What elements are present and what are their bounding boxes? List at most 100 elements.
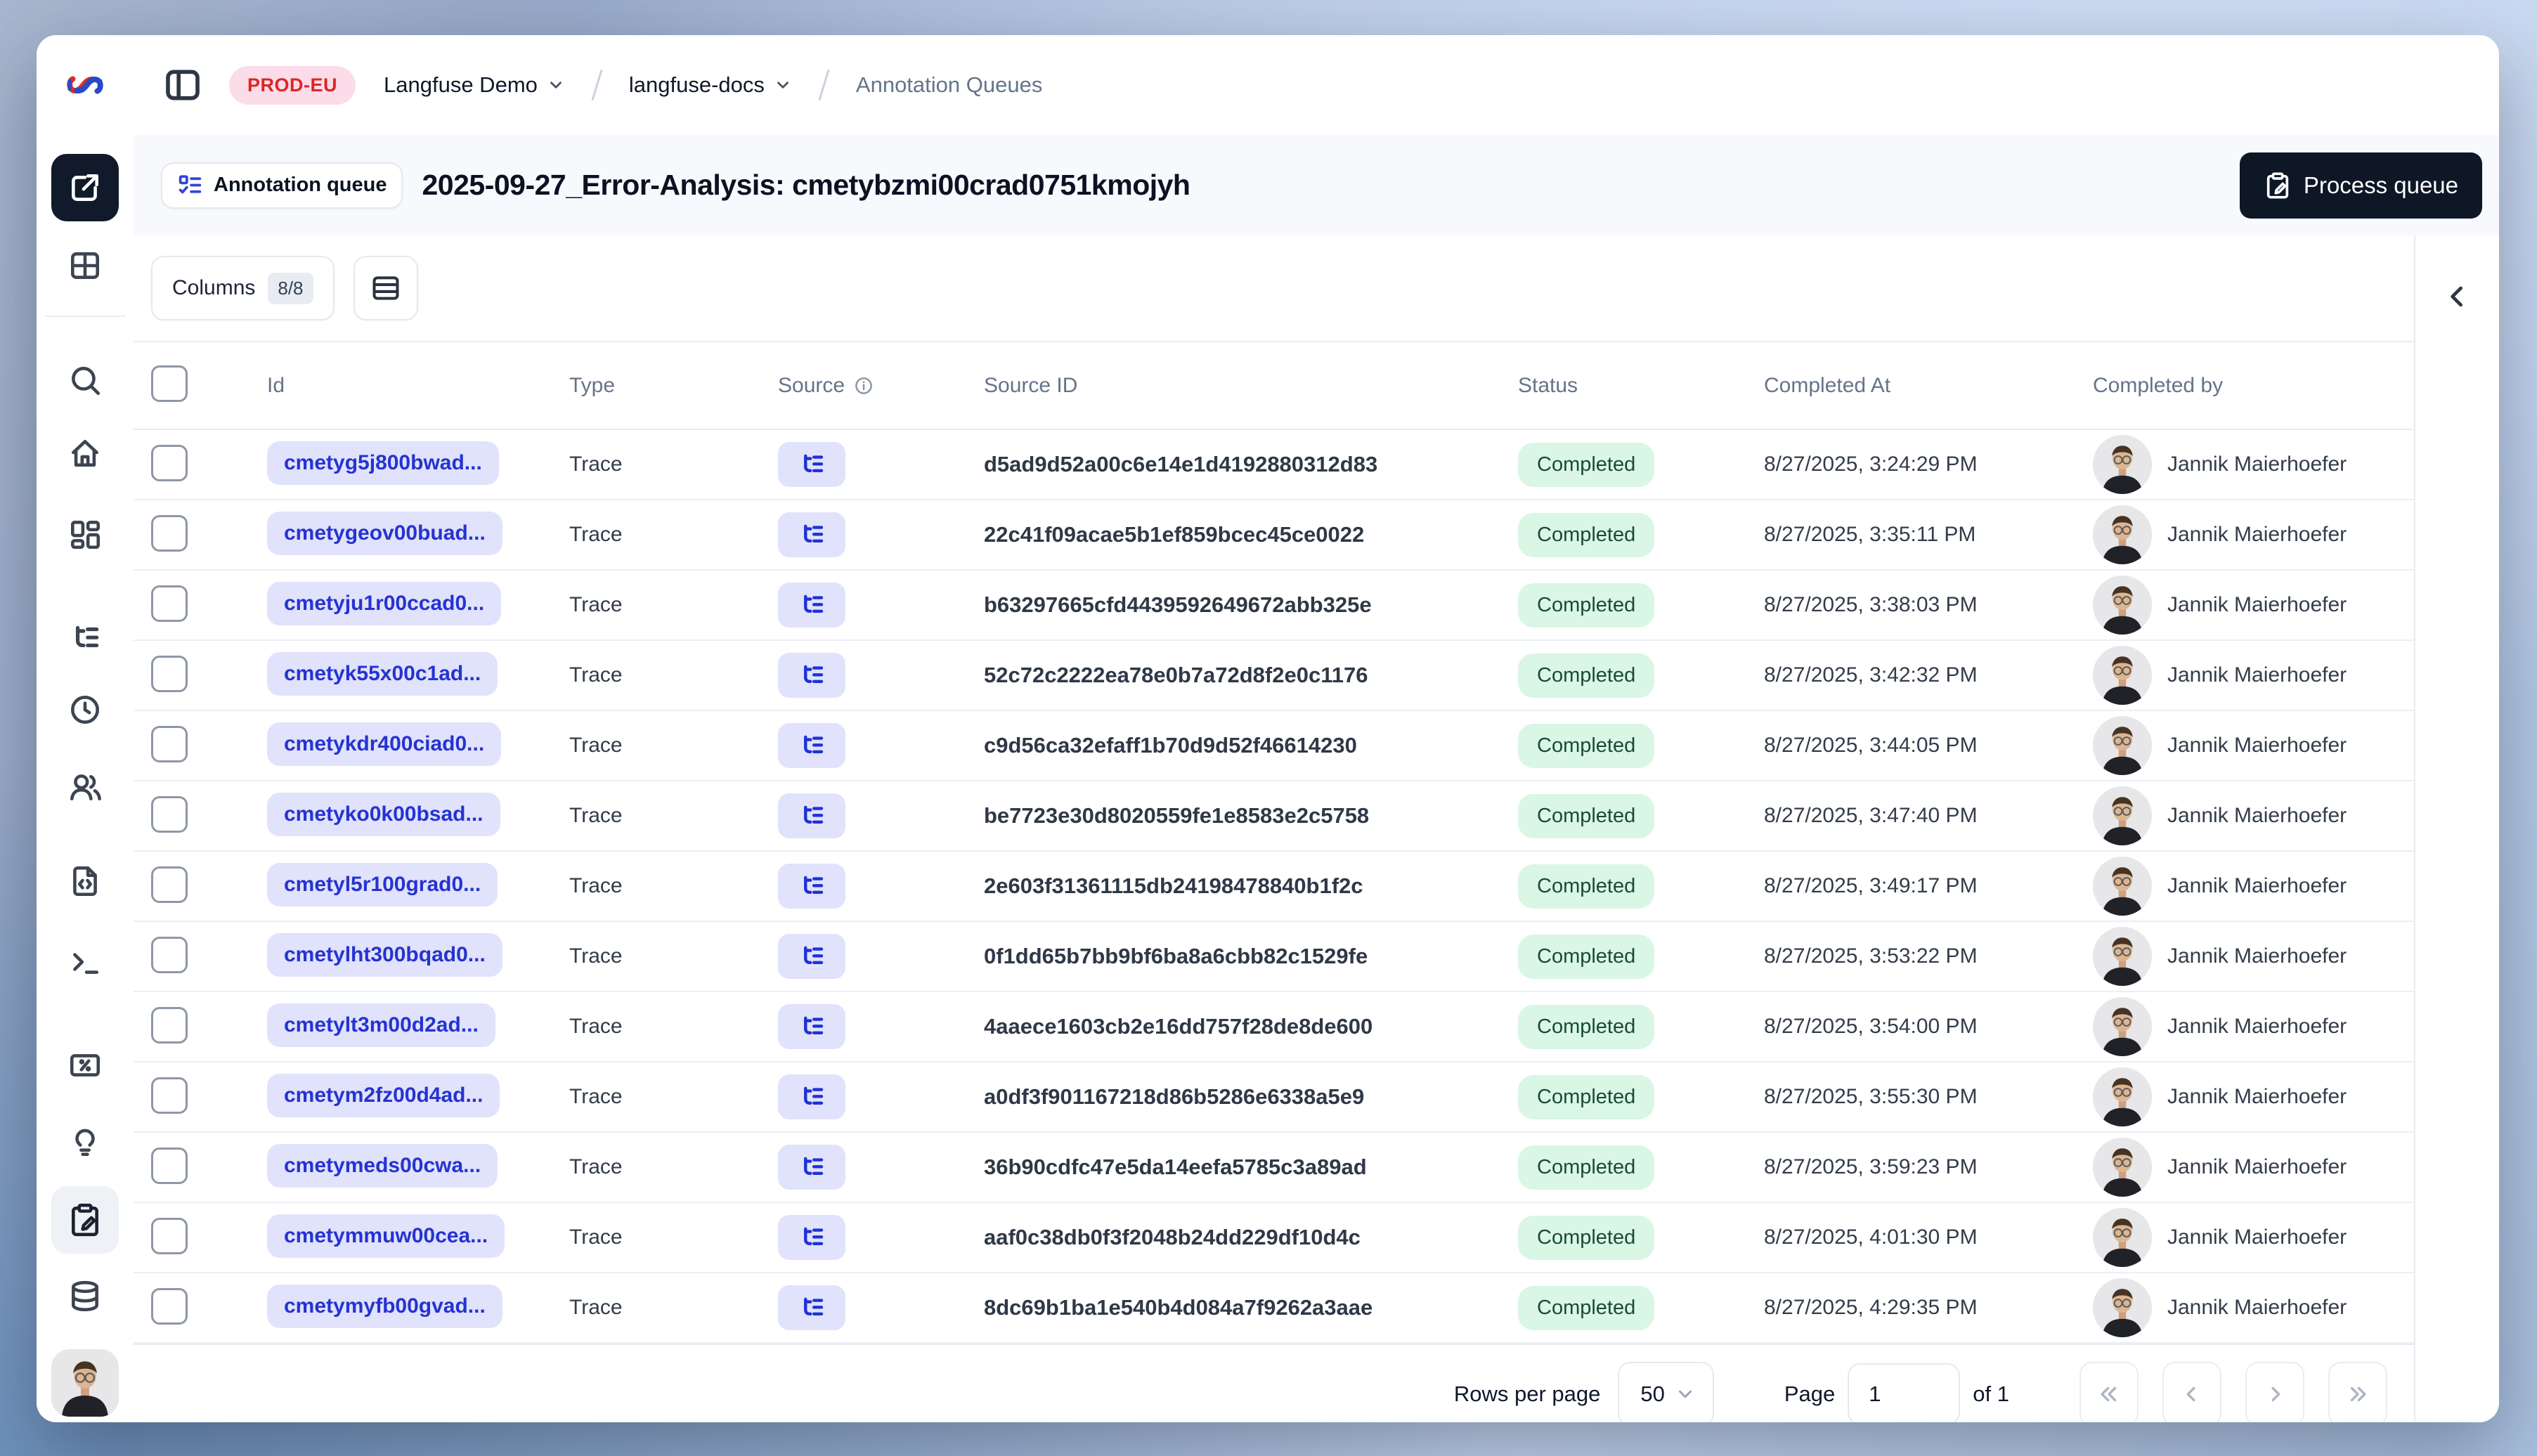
source-trace-button[interactable] [778,653,845,698]
column-header-completed-at[interactable]: Completed At [1757,374,2087,398]
row-checkbox[interactable] [151,1287,188,1325]
table-row[interactable]: cmetymmuw00cea... Trace aaf0c38db0f3f204… [134,1203,2415,1273]
item-id-link[interactable]: cmetygeov00buad... [267,511,502,555]
page-input[interactable] [1848,1363,1961,1422]
row-checkbox[interactable] [151,1217,188,1254]
column-header-id[interactable]: Id [249,374,562,398]
source-trace-button[interactable] [778,723,845,768]
sidebar-item-sessions[interactable] [51,676,119,743]
breadcrumb-project[interactable]: langfuse-docs [629,72,792,98]
row-checkbox[interactable] [151,585,188,622]
item-id-link[interactable]: cmetyg5j800bwad... [267,441,499,485]
source-trace-button[interactable] [778,583,845,628]
table-row[interactable]: cmetykdr400ciad0... Trace c9d56ca32efaff… [134,711,2415,781]
sidebar-item-tracing[interactable] [51,604,119,672]
table-row[interactable]: cmetymeds00cwa... Trace 36b90cdfc47e5da1… [134,1133,2415,1203]
file-code-icon [67,864,103,899]
source-trace-button[interactable] [778,793,845,838]
info-icon[interactable] [853,375,874,396]
table-row[interactable]: cmetyg5j800bwad... Trace d5ad9d52a00c6e1… [134,430,2415,500]
item-id-link[interactable]: cmetymyfb00gvad... [267,1284,502,1328]
column-header-source[interactable]: Source [766,374,977,398]
row-checkbox[interactable] [151,936,188,973]
item-id-link[interactable]: cmetymmuw00cea... [267,1214,505,1258]
list-tree-icon [797,590,826,620]
sidebar-item-prompts[interactable] [51,847,119,915]
table-row[interactable]: cmetyju1r00ccad0... Trace b63297665cfd44… [134,571,2415,641]
source-trace-button[interactable] [778,1004,845,1049]
breadcrumb-org[interactable]: Langfuse Demo [384,72,565,98]
row-checkbox[interactable] [151,1077,188,1114]
sidebar-item-dashboards[interactable] [51,500,119,568]
table-row[interactable]: cmetyk55x00c1ad... Trace 52c72c2222ea78e… [134,641,2415,711]
column-header-type[interactable]: Type [562,374,766,398]
row-checkbox[interactable] [151,795,188,833]
row-height-button[interactable] [353,256,418,320]
source-trace-button[interactable] [778,442,845,487]
row-checkbox[interactable] [151,866,188,903]
item-id-link[interactable]: cmetyl5r100grad0... [267,862,498,906]
source-trace-button[interactable] [778,1285,845,1330]
sidebar-toggle-button[interactable] [163,65,202,105]
source-trace-button[interactable] [778,1145,845,1190]
item-id-link[interactable]: cmetymeds00cwa... [267,1143,498,1188]
completed-by-avatar [2093,1278,2152,1337]
type-cell: Trace [569,523,623,546]
column-header-status[interactable]: Status [1511,374,1757,398]
first-page-button[interactable] [2079,1362,2139,1422]
sidebar-item-insights[interactable] [51,1108,119,1176]
source-trace-button[interactable] [778,1215,845,1260]
item-id-link[interactable]: cmetylht300bqad0... [267,932,502,977]
next-page-button[interactable] [2245,1362,2304,1422]
select-all-checkbox[interactable] [151,365,188,402]
prev-page-button[interactable] [2162,1362,2221,1422]
rows-per-page-select[interactable]: 50 [1618,1362,1714,1422]
item-id-link[interactable]: cmetykdr400ciad0... [267,722,502,766]
sidebar-item-annotation-queues[interactable] [51,1186,119,1254]
sidebar-item-search[interactable] [51,346,119,414]
status-badge: Completed [1518,1074,1655,1119]
rows-icon [370,273,401,304]
source-trace-button[interactable] [778,864,845,909]
table-row[interactable]: cmetylt3m00d2ad... Trace 4aaece1603cb2e1… [134,992,2415,1062]
item-id-link[interactable]: cmetym2fz00d4ad... [267,1073,500,1117]
table-row[interactable]: cmetylht300bqad0... Trace 0f1dd65b7bb9bf… [134,922,2415,992]
table-row[interactable]: cmetyl5r100grad0... Trace 2e603f31361115… [134,852,2415,922]
column-header-completed-by[interactable]: Completed by [2087,374,2414,398]
column-header-source-id[interactable]: Source ID [977,374,1511,398]
item-id-link[interactable]: cmetyk55x00c1ad... [267,651,498,696]
completed-by-name: Jannik Maierhoefer [2167,1085,2347,1108]
process-queue-button[interactable]: Process queue [2239,152,2482,219]
rows-per-page-label: Rows per page [1453,1382,1601,1406]
completed-at-cell: 8/27/2025, 3:35:11 PM [1764,523,1976,546]
sidebar-item-playground[interactable] [51,928,119,996]
last-page-button[interactable] [2328,1362,2387,1422]
list-tree-icon [797,450,826,479]
langfuse-logo[interactable] [51,51,119,119]
source-trace-button[interactable] [778,512,845,557]
sidebar-item-tables[interactable] [51,232,119,299]
source-trace-button[interactable] [778,1074,845,1119]
row-checkbox[interactable] [151,514,188,552]
row-checkbox[interactable] [151,725,188,762]
table-row[interactable]: cmetymyfb00gvad... Trace 8dc69b1ba1e540b… [134,1273,2415,1344]
row-checkbox[interactable] [151,655,188,692]
row-checkbox[interactable] [151,444,188,481]
item-id-link[interactable]: cmetylt3m00d2ad... [267,1003,495,1047]
columns-button[interactable]: Columns 8/8 [151,256,335,320]
collapse-panel-button[interactable] [2433,272,2482,321]
item-id-link[interactable]: cmetyko0k00bsad... [267,792,500,836]
sidebar-item-evaluators[interactable] [51,1032,119,1099]
sidebar-item-go-to[interactable] [51,154,119,221]
source-trace-button[interactable] [778,934,845,979]
sidebar-item-users[interactable] [51,753,119,821]
user-avatar[interactable] [51,1349,119,1417]
sidebar-item-home[interactable] [51,420,119,487]
row-checkbox[interactable] [151,1147,188,1184]
table-row[interactable]: cmetyko0k00bsad... Trace be7723e30d80205… [134,781,2415,852]
table-row[interactable]: cmetygeov00buad... Trace 22c41f09acae5b1… [134,500,2415,571]
table-row[interactable]: cmetym2fz00d4ad... Trace a0df3f901167218… [134,1062,2415,1133]
row-checkbox[interactable] [151,1006,188,1044]
item-id-link[interactable]: cmetyju1r00ccad0... [267,581,502,625]
sidebar-item-datasets[interactable] [51,1263,119,1330]
